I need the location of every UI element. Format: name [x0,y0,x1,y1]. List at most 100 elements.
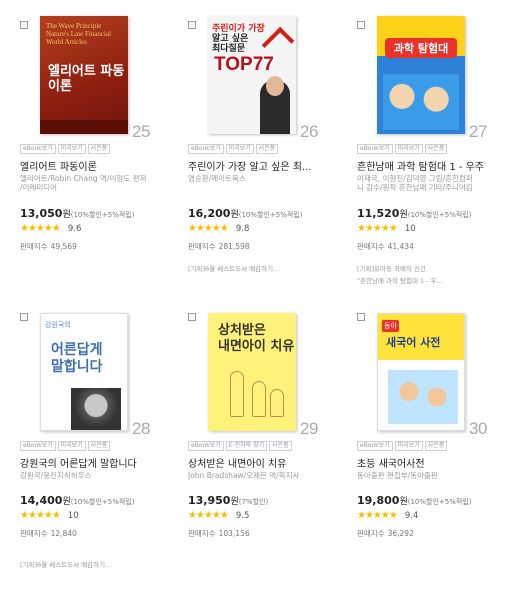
publisher-badge: 동아 [382,320,399,332]
book-cover[interactable]: 강원국의 어른답게 말합니다 [40,313,128,431]
book-title[interactable]: 강원국의 어른답게 말합니다 [20,455,180,470]
find-ebook-tag[interactable]: E-전자북 찾기 [225,441,268,451]
promo-note[interactable]: "흔한남매 과학 탐험대 1 - 우... [357,275,443,285]
book-title[interactable]: 상처받은 내면아이 치유 [188,455,348,470]
gift-tag[interactable]: 사은품 [424,144,448,154]
book-cover[interactable]: 주린이가 가장 알고 싶은 최다질문 TOP77 [208,16,296,134]
price-unit: 원 [230,497,239,507]
book-cover[interactable]: 상처받은 내면아이 치유 [208,313,296,431]
book-author[interactable]: 동아출판 편집부/동아출판 [357,471,517,480]
sales-number: 36,292 [387,529,414,538]
preview-tag[interactable]: 미리보기 [57,441,86,451]
book-author[interactable]: 강원국/웅진지식하우스 [20,471,180,480]
sales-label: 판매지수 [20,242,48,251]
sales-index: 판매지수 49,569 [20,241,77,252]
cover-big-title: TOP77 [214,54,274,75]
book-title[interactable]: 초등 새국어사전 [357,455,517,470]
ebook-tag[interactable]: eBook보기 [188,144,224,154]
sales-number: 49,569 [50,242,77,251]
cover-headline: 주린이가 가장 알고 싶은 최다질문 [212,24,265,54]
cover-subtitle: 강원국의 [45,321,71,329]
price-unit: 원 [62,210,71,220]
ebook-tag[interactable]: eBook보기 [20,144,56,154]
tag-row: eBook보기 미리보기 사은품 [188,144,279,154]
select-checkbox[interactable] [20,21,28,29]
sales-number: 281,598 [218,242,250,251]
rating-score: 9.4 [404,510,419,521]
rating-score: 9.6 [67,223,82,234]
cover-bar [40,120,128,134]
rank-number: 27 [469,122,487,141]
rating-row: ★★★★★ 9.6 [20,223,81,234]
tag-row: eBook보기 E-전자북 찾기 사은품 [188,441,292,451]
ebook-tag[interactable]: eBook보기 [357,144,393,154]
preview-tag[interactable]: 미리보기 [57,144,86,154]
price-row: 14,400원(10%할인+5%적립) [20,489,135,508]
preview-tag[interactable]: 미리보기 [225,144,254,154]
sales-index: 판매지수 281,598 [188,241,250,252]
book-cover[interactable]: 동아 새국어 사전 [377,313,465,431]
rank-number: 26 [300,122,318,141]
price-unit: 원 [399,210,408,220]
sales-label: 판매지수 [357,529,385,538]
cover-title: 과학 탐험대 [385,38,457,58]
book-author-cont[interactable]: 니 감수/원작 흔한남매 기타/주니어김 [357,183,517,192]
gift-tag[interactable]: 사은품 [255,144,279,154]
price-row: 13,050원(10%할인+5%적립) [20,202,135,221]
sales-index: 판매지수 41,434 [357,241,414,252]
sales-label: 판매지수 [357,242,385,251]
star-rating-icon: ★★★★★ [188,223,229,234]
sales-number: 41,434 [387,242,414,251]
select-checkbox[interactable] [357,21,365,29]
preview-tag[interactable]: 미리보기 [394,144,423,154]
star-rating-icon: ★★★★★ [20,223,61,234]
price-row: 19,800원(10%할인+5%적립) [357,489,472,508]
price-unit: 원 [62,497,71,507]
gift-tag[interactable]: 사은품 [87,441,111,451]
sales-index: 판매지수 103,156 [188,528,250,539]
book-author[interactable]: 이재국, 이형진/김덕영 그림/흔한컴퍼 [357,174,517,183]
sales-index: 판매지수 36,292 [357,528,414,539]
price: 14,400 [20,494,63,507]
rating-score: 10 [404,223,416,234]
rank-number: 30 [469,419,487,438]
book-cover[interactable]: 과학 탐험대 [377,16,465,134]
select-checkbox[interactable] [188,21,196,29]
gift-tag[interactable]: 사은품 [424,441,448,451]
rating-score: 9.8 [235,223,250,234]
star-rating-icon: ★★★★★ [357,510,398,521]
book-author[interactable]: John Bradshaw/오제은 역/학지사 [188,471,348,480]
preview-tag[interactable]: 미리보기 [394,441,423,451]
figure-icon [252,381,266,417]
ebook-tag[interactable]: eBook보기 [20,441,56,451]
book-title[interactable]: 엘리어트 파동이론 [20,158,180,173]
rating-score: 10 [67,510,79,521]
select-checkbox[interactable] [357,313,365,321]
price-row: 13,950원(7%할인) [188,489,268,508]
promo-note[interactable]: [기획]6월 베스트도서 예감하기... [188,263,279,273]
price-row: 11,520원(10%할인+5%적립) [357,202,472,221]
promo-note[interactable]: [기획]유아동 최애의 신간 [357,263,426,273]
ebook-tag[interactable]: eBook보기 [188,441,224,451]
price: 13,950 [188,494,231,507]
star-rating-icon: ★★★★★ [188,510,229,521]
author-photo [71,388,121,430]
book-publisher[interactable]: /이레미디어 [20,183,180,192]
discount: (10%할인+5%적립) [238,211,303,219]
price-unit: 원 [230,210,239,220]
tag-row: eBook보기 미리보기 사은품 [20,441,111,451]
book-title[interactable]: 흔한남매 과학 탐험대 1 - 우주 [357,158,517,173]
ebook-tag[interactable]: eBook보기 [357,441,393,451]
select-checkbox[interactable] [188,313,196,321]
select-checkbox[interactable] [20,313,28,321]
sales-index: 판매지수 12,840 [20,528,77,539]
gift-tag[interactable]: 사은품 [269,441,292,451]
book-author[interactable]: 엘리어트/Robin Chang 역/이형도 편저 [20,174,180,183]
discount: (10%할인+5%적립) [70,498,135,506]
book-title[interactable]: 주린이가 가장 알고 싶은 최... [188,158,348,173]
book-author[interactable]: 염승환/메이트북스 [188,174,348,183]
gift-tag[interactable]: 사은품 [87,144,111,154]
book-cover[interactable]: The Wave Principle Nature's Law Financia… [40,16,128,134]
promo-note[interactable]: [기획]6월 베스트도서 예감하기... [20,559,111,569]
price: 13,050 [20,207,63,220]
